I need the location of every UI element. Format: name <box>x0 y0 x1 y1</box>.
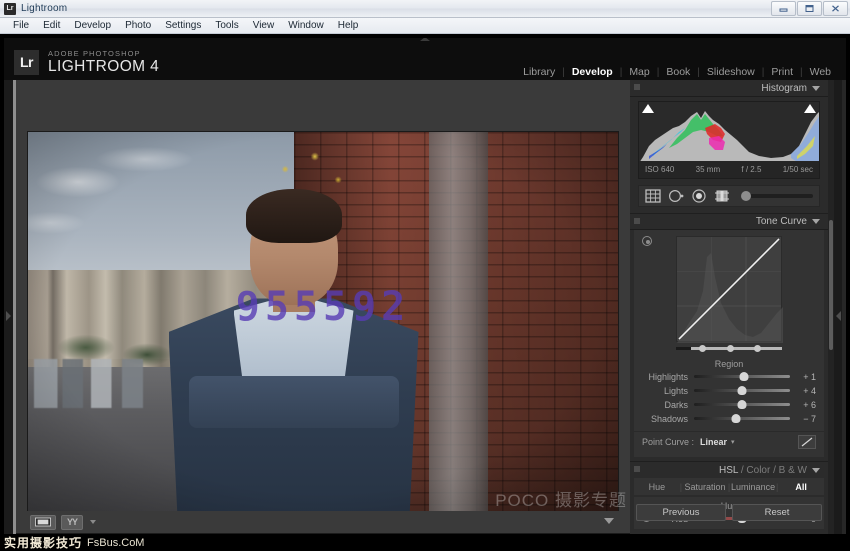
menu-tools[interactable]: Tools <box>208 18 245 33</box>
statusbar-en-text: FsBus.CoM <box>87 537 144 549</box>
menu-view[interactable]: View <box>246 18 282 33</box>
maximize-button[interactable] <box>797 1 822 16</box>
application-window: Lr Lightroom File Edit D <box>0 0 850 551</box>
menubar: File Edit Develop Photo Settings Tools V… <box>0 18 850 34</box>
lightroom-app: Lr ADOBE PHOTOSHOP LIGHTROOM 4 Library |… <box>0 34 850 551</box>
statusbar: 实用摄影技巧 FsBus.CoM <box>0 534 850 551</box>
window-title: Lightroom <box>21 3 67 14</box>
menu-develop[interactable]: Develop <box>67 18 118 33</box>
close-icon <box>830 4 841 13</box>
minimize-button[interactable] <box>771 1 796 16</box>
menu-edit[interactable]: Edit <box>36 18 67 33</box>
window-titlebar: Lr Lightroom <box>0 0 850 18</box>
menu-file[interactable]: File <box>6 18 36 33</box>
maximize-icon <box>804 4 815 13</box>
window-app-icon: Lr <box>4 3 16 15</box>
menu-help[interactable]: Help <box>331 18 366 33</box>
close-button[interactable] <box>823 1 848 16</box>
app-bezel <box>0 34 850 551</box>
menu-settings[interactable]: Settings <box>158 18 208 33</box>
statusbar-cn-text: 实用摄影技巧 <box>4 534 82 551</box>
window-controls <box>771 1 848 16</box>
minimize-icon <box>778 4 789 13</box>
menu-window[interactable]: Window <box>281 18 331 33</box>
menu-photo[interactable]: Photo <box>118 18 158 33</box>
